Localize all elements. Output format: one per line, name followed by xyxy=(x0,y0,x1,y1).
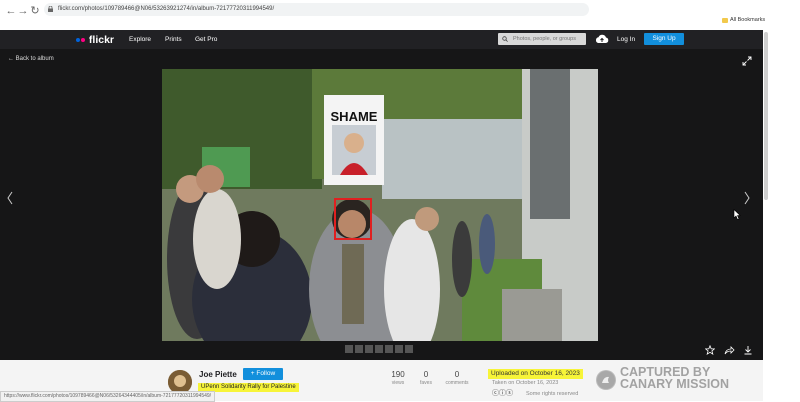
filmstrip-thumb[interactable] xyxy=(395,345,403,353)
protest-photo-illustration: SHAME xyxy=(162,69,598,341)
lock-icon xyxy=(48,6,53,12)
license-icon[interactable]: ⓒⓘⓢ xyxy=(492,389,513,399)
expand-icon[interactable] xyxy=(742,56,752,66)
page-scrollbar[interactable] xyxy=(763,30,800,401)
search-icon xyxy=(502,36,508,42)
canary-mission-logo xyxy=(596,370,616,390)
faves-count: 0 xyxy=(423,370,429,379)
comments-label: comments xyxy=(445,380,469,386)
taken-date: Taken on October 16, 2023 xyxy=(492,380,559,386)
cloud-upload-icon[interactable] xyxy=(595,34,609,44)
watermark-text: CAPTURED BY CANARY MISSION xyxy=(620,366,762,391)
faves-label: faves xyxy=(420,380,432,386)
all-bookmarks-link[interactable]: All Bookmarks xyxy=(730,17,765,23)
filmstrip-thumb[interactable] xyxy=(385,345,393,353)
filmstrip-thumb[interactable] xyxy=(405,345,413,353)
address-bar[interactable]: flickr.com/photos/109789466@N06/53263921… xyxy=(44,3,589,16)
main-photo[interactable]: SHAME xyxy=(162,69,598,341)
watermark-line-2: CANARY MISSION xyxy=(620,377,730,391)
back-to-album-link[interactable]: ← Back to album xyxy=(8,55,54,63)
follow-button[interactable]: + Follow xyxy=(243,368,283,380)
scrollbar-thumb[interactable] xyxy=(764,32,768,200)
star-icon[interactable] xyxy=(705,345,715,355)
search-input[interactable]: Photos, people, or groups xyxy=(498,33,586,45)
download-icon[interactable] xyxy=(743,345,753,355)
share-icon[interactable] xyxy=(724,345,735,355)
folder-icon xyxy=(722,18,728,23)
pink-dot-icon xyxy=(81,38,85,43)
back-arrow-icon: ← xyxy=(8,56,16,62)
bird-icon xyxy=(597,371,615,389)
chevron-right-icon[interactable] xyxy=(742,190,752,206)
filmstrip xyxy=(345,345,413,353)
signup-button[interactable]: Sign Up xyxy=(644,33,684,45)
link-status-tooltip: https://www.flickr.com/photos/109789466@… xyxy=(0,391,216,402)
filmstrip-thumb[interactable] xyxy=(355,345,363,353)
nav-get-pro[interactable]: Get Pro xyxy=(195,35,217,45)
login-link[interactable]: Log In xyxy=(617,35,635,45)
svg-text:SHAME: SHAME xyxy=(331,109,378,124)
rights-link[interactable]: Some rights reserved xyxy=(526,390,578,398)
nav-explore[interactable]: Explore xyxy=(129,35,151,45)
mouse-pointer-icon xyxy=(733,209,741,220)
reload-icon[interactable]: ↻ xyxy=(28,4,42,18)
author-name[interactable]: Joe Piette xyxy=(199,370,237,380)
filmstrip-thumb[interactable] xyxy=(375,345,383,353)
filmstrip-thumb[interactable] xyxy=(365,345,373,353)
views-count: 190 xyxy=(391,370,405,379)
views-label: views xyxy=(391,380,405,386)
flickr-logo[interactable]: flickr xyxy=(76,34,114,46)
nav-prints[interactable]: Prints xyxy=(165,35,182,45)
logo-text: flickr xyxy=(88,34,115,46)
back-label: Back to album xyxy=(15,56,54,62)
chevron-left-icon[interactable] xyxy=(5,190,15,206)
upload-date: Uploaded on October 16, 2023 xyxy=(488,369,583,379)
comments-count: 0 xyxy=(454,370,460,379)
blue-dot-icon xyxy=(76,38,80,43)
filmstrip-thumb[interactable] xyxy=(345,345,353,353)
